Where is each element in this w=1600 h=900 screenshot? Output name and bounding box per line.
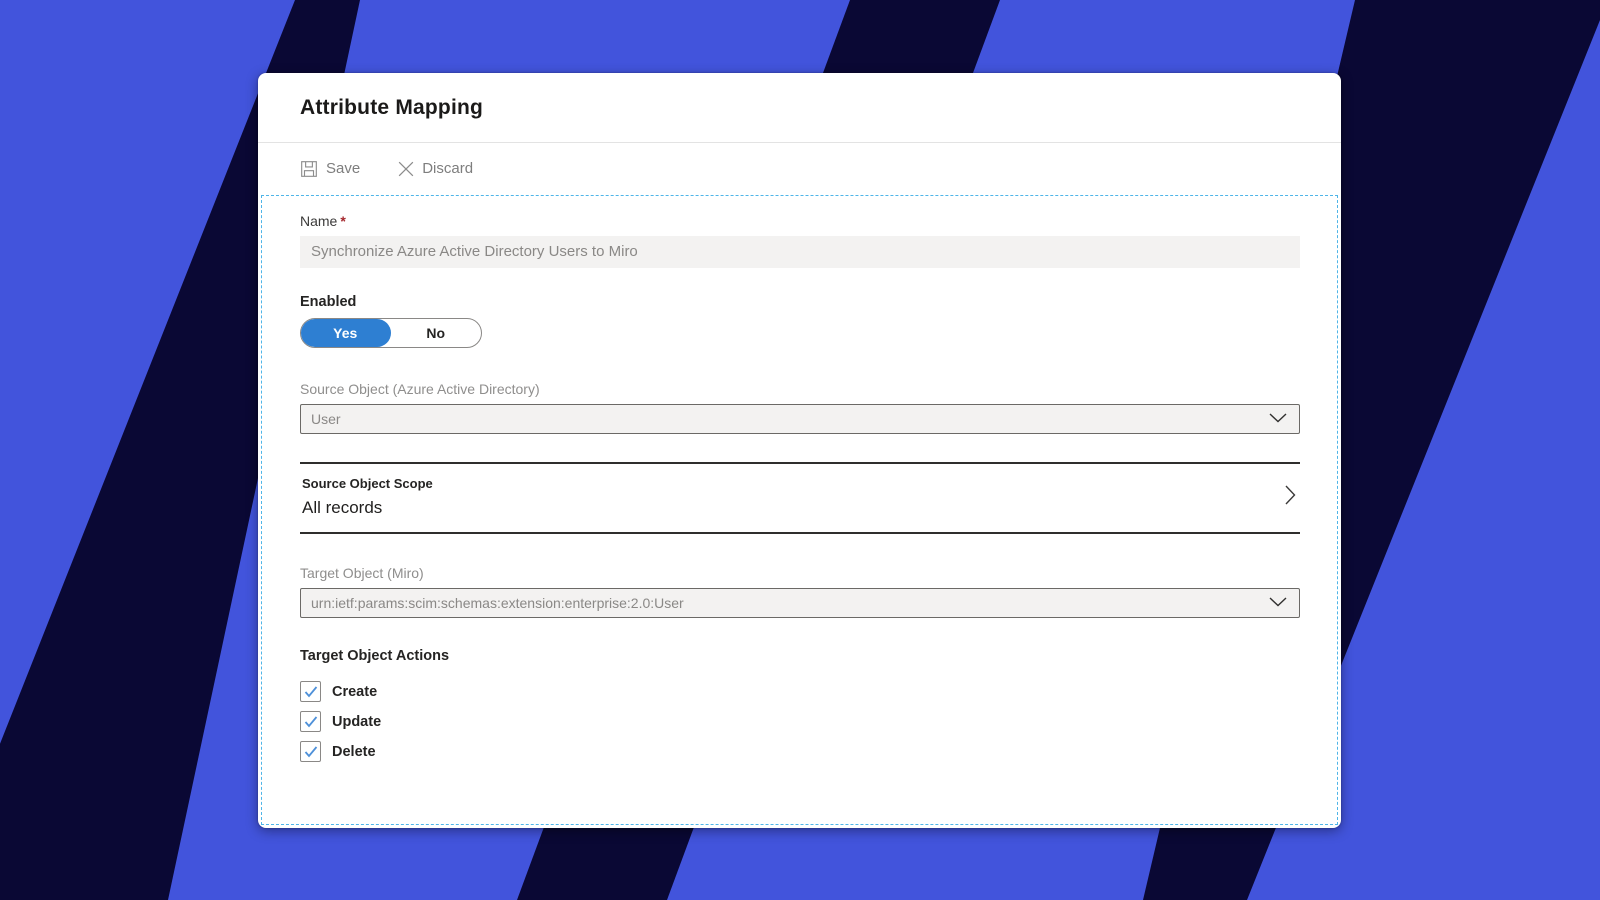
scope-divider-bottom — [300, 532, 1300, 534]
source-object-dropdown[interactable]: User — [300, 404, 1300, 434]
delete-checkbox[interactable] — [300, 741, 321, 762]
source-scope-texts: Source Object Scope All records — [302, 476, 433, 518]
target-actions-checklist: Create Update Dele — [300, 681, 1300, 762]
source-object-value: User — [311, 411, 341, 427]
discard-button[interactable]: Discard — [398, 160, 473, 177]
create-checkbox-label: Create — [332, 684, 377, 700]
name-label-text: Name — [300, 213, 337, 229]
update-checkbox[interactable] — [300, 711, 321, 732]
chevron-down-icon — [1269, 410, 1287, 428]
target-object-dropdown[interactable]: urn:ietf:params:scim:schemas:extension:e… — [300, 588, 1300, 618]
target-object-section: Target Object (Miro) urn:ietf:params:sci… — [300, 565, 1300, 618]
enabled-label: Enabled — [300, 294, 1300, 310]
name-field-label: Name* — [300, 213, 1300, 229]
delete-checkbox-label: Delete — [332, 744, 376, 760]
command-bar: Save Discard — [258, 143, 1341, 194]
chevron-down-icon — [1269, 594, 1287, 612]
save-icon — [300, 160, 318, 178]
toggle-option-yes[interactable]: Yes — [300, 319, 391, 347]
source-scope-row[interactable]: Source Object Scope All records — [300, 464, 1300, 532]
source-object-label: Source Object (Azure Active Directory) — [300, 381, 1300, 397]
source-object-section: Source Object (Azure Active Directory) U… — [300, 381, 1300, 434]
name-input[interactable]: Synchronize Azure Active Directory Users… — [300, 236, 1300, 268]
close-icon — [398, 161, 414, 177]
toggle-option-no[interactable]: No — [391, 319, 482, 347]
checkbox-row-create: Create — [300, 681, 1300, 702]
source-scope-label: Source Object Scope — [302, 476, 433, 491]
target-actions-section: Target Object Actions Create — [300, 648, 1300, 762]
discard-button-label: Discard — [422, 160, 473, 177]
create-checkbox[interactable] — [300, 681, 321, 702]
target-object-label: Target Object (Miro) — [300, 565, 1300, 581]
update-checkbox-label: Update — [332, 714, 381, 730]
save-button-label: Save — [326, 160, 360, 177]
source-scope-value: All records — [302, 498, 433, 518]
page-title: Attribute Mapping — [300, 96, 483, 120]
chevron-right-icon — [1285, 485, 1296, 510]
enabled-toggle[interactable]: Yes No — [300, 318, 482, 348]
target-actions-label: Target Object Actions — [300, 648, 1300, 664]
save-button[interactable]: Save — [300, 160, 360, 178]
form-content-region: Name* Synchronize Azure Active Directory… — [261, 195, 1338, 825]
checkbox-row-delete: Delete — [300, 741, 1300, 762]
attribute-mapping-dialog: Attribute Mapping Save Discard Nam — [258, 73, 1341, 828]
target-object-value: urn:ietf:params:scim:schemas:extension:e… — [311, 595, 684, 611]
checkbox-row-update: Update — [300, 711, 1300, 732]
dialog-header: Attribute Mapping — [258, 73, 1341, 143]
enabled-section: Enabled Yes No — [300, 294, 1300, 348]
required-asterisk: * — [340, 213, 345, 229]
